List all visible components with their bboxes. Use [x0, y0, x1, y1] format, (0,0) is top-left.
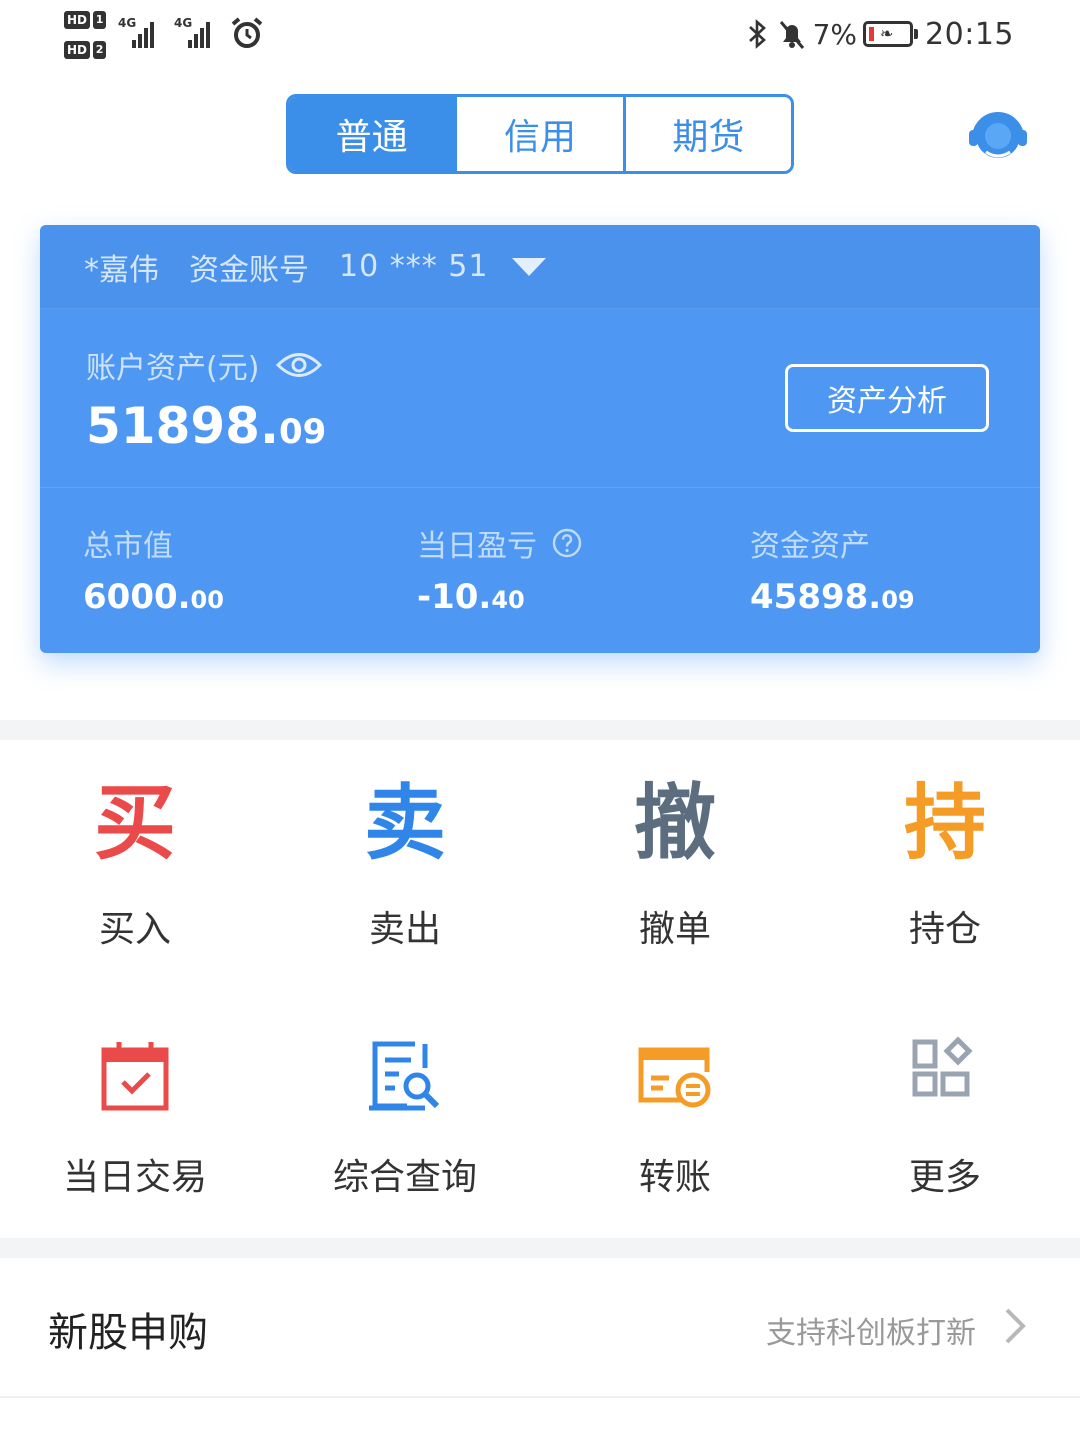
tab-futures[interactable]: 期货	[622, 97, 791, 171]
account-selector[interactable]: *嘉伟 资金账号 10 *** 51	[40, 225, 1040, 309]
holdings-icon: 持	[903, 776, 986, 871]
cash-assets-label: 资金资产	[750, 529, 870, 564]
battery-icon: ❧	[863, 21, 919, 47]
clock: 20:15	[925, 16, 1014, 52]
sell-label: 卖出	[368, 909, 441, 950]
sim-number-2: 2	[93, 41, 107, 59]
chevron-right-icon	[1005, 1308, 1026, 1344]
buy-button[interactable]: 买 买入	[0, 776, 270, 976]
transfer-button[interactable]: 转账	[540, 1006, 810, 1206]
sell-icon: 卖	[363, 776, 446, 871]
total-assets-value: 51898.09	[86, 397, 327, 455]
holdings-label: 持仓	[908, 909, 981, 950]
sim-indicators: HD 1 HD 2	[64, 8, 112, 68]
ipo-hint: 支持科创板打新	[766, 1316, 976, 1351]
ipo-title: 新股申购	[48, 1310, 208, 1356]
holdings-button[interactable]: 持 持仓	[810, 776, 1080, 976]
battery-percent: 7%	[812, 17, 858, 51]
total-assets-label-row: 账户资产(元)	[86, 343, 323, 387]
daily-pnl-value: -10.40	[417, 577, 525, 617]
sell-button[interactable]: 卖 卖出	[270, 776, 540, 976]
account-number: 10 *** 51	[339, 249, 489, 284]
notification-muted-icon	[779, 21, 804, 49]
caret-down-icon[interactable]	[512, 257, 547, 276]
alarm-clock-icon	[231, 17, 263, 48]
hd-badge-1: HD	[64, 11, 91, 29]
ipo-subscription-row[interactable]: 新股申购 支持科创板打新	[0, 1258, 1080, 1396]
market-value-label: 总市值	[83, 529, 173, 564]
customer-service-icon[interactable]	[964, 102, 1032, 170]
eye-icon[interactable]	[275, 348, 323, 382]
cancel-order-label: 撤单	[638, 909, 711, 950]
account-card: *嘉伟 资金账号 10 *** 51 账户资产(元) 51898.09 资产分析…	[40, 225, 1040, 653]
calendar-check-icon	[101, 1042, 169, 1111]
cancel-order-button[interactable]: 撤 撤单	[540, 776, 810, 976]
bluetooth-icon	[748, 19, 766, 49]
question-mark-icon[interactable]	[551, 527, 583, 559]
market-value-stat: 总市值 6000.00	[83, 521, 403, 617]
section-separator-2	[0, 1238, 1080, 1258]
transfer-label: 转账	[638, 1157, 711, 1198]
total-assets-label: 账户资产(元)	[86, 351, 260, 386]
sim-number-1: 1	[93, 11, 107, 29]
section-separator	[0, 720, 1080, 740]
account-type-tabs: 普通 信用 期货	[286, 94, 794, 174]
daily-trades-label: 当日交易	[62, 1157, 207, 1198]
document-search-icon	[369, 1041, 440, 1111]
card-divider	[40, 487, 1040, 488]
bottom-divider	[0, 1396, 1080, 1398]
daily-pnl-label: 当日盈亏	[417, 529, 537, 564]
card-transfer-icon	[638, 1047, 711, 1108]
grid-more-icon	[912, 1036, 973, 1097]
more-label: 更多	[908, 1157, 981, 1198]
cash-assets-value: 45898.09	[750, 577, 915, 617]
asset-analysis-button[interactable]: 资产分析	[785, 364, 989, 432]
cash-assets-stat: 资金资产 45898.09	[750, 521, 1040, 617]
tab-credit[interactable]: 信用	[454, 97, 623, 171]
query-button[interactable]: 综合查询	[270, 1006, 540, 1206]
market-value-value: 6000.00	[83, 577, 224, 617]
buy-label: 买入	[98, 909, 171, 950]
hd-badge-2: HD	[64, 41, 91, 59]
account-holder-name: *嘉伟	[84, 252, 159, 288]
daily-pnl-stat: 当日盈亏 -10.40	[417, 521, 737, 617]
account-number-label: 资金账号	[189, 252, 309, 288]
tab-normal[interactable]: 普通	[289, 97, 455, 171]
more-button[interactable]: 更多	[810, 1006, 1080, 1206]
query-label: 综合查询	[332, 1157, 477, 1198]
status-right-group: 7% ❧ 20:15	[745, 14, 1014, 54]
cancel-order-icon: 撤	[633, 776, 716, 871]
buy-icon: 买	[93, 776, 176, 871]
status-bar: HD 1 HD 2 4G 4G 7% ❧ 20:15	[0, 0, 1080, 72]
daily-trades-button[interactable]: 当日交易	[0, 1006, 270, 1206]
